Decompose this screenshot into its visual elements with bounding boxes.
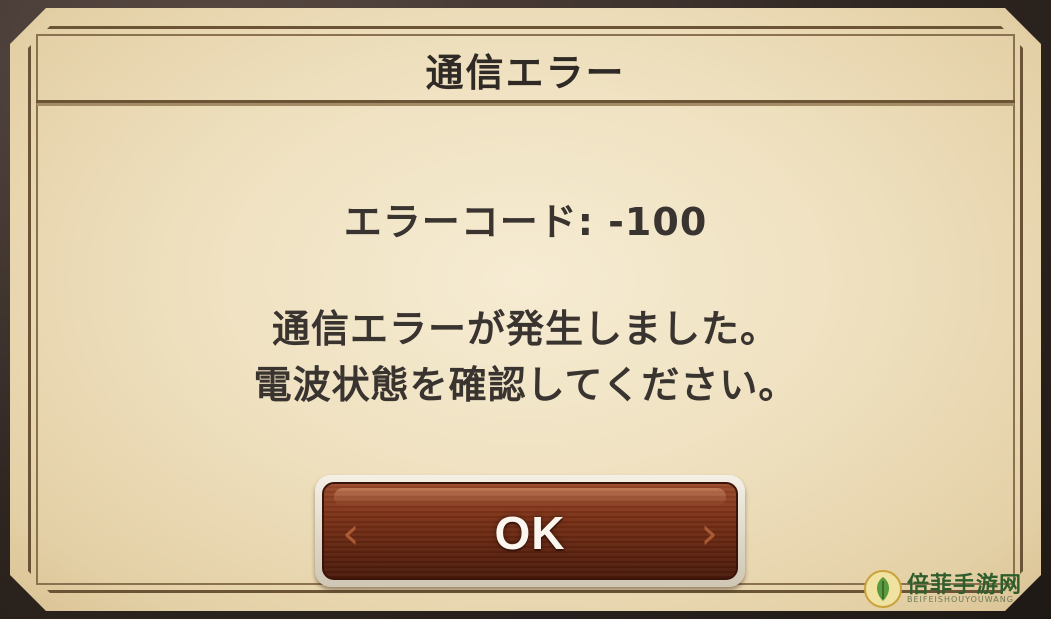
game-screen: 通信エラー エラーコード: -100 通信エラーが発生しました。 電波状態を確認…	[0, 0, 1051, 619]
error-message-line1: 通信エラーが発生しました。	[271, 307, 779, 351]
error-code-text: エラーコード: -100	[343, 200, 708, 244]
ok-button[interactable]: ‹ › OK	[315, 475, 745, 587]
ok-button-label: OK	[494, 507, 566, 559]
watermark-subtext: BEIFEISHOUYOUWANG	[907, 595, 1014, 604]
dialog-title: 通信エラー	[425, 51, 626, 95]
error-message-line2: 電波状態を確認してください。	[253, 363, 798, 407]
ok-button-face: ‹ › OK	[322, 482, 738, 580]
watermark-logo: 倍菲手游网 BEIFEISHOUYOUWANG	[863, 567, 1043, 613]
ok-button-shine	[334, 488, 726, 506]
error-dialog: 通信エラー エラーコード: -100 通信エラーが発生しました。 電波状態を確認…	[10, 8, 1041, 611]
leaf-logo-icon	[864, 570, 902, 608]
